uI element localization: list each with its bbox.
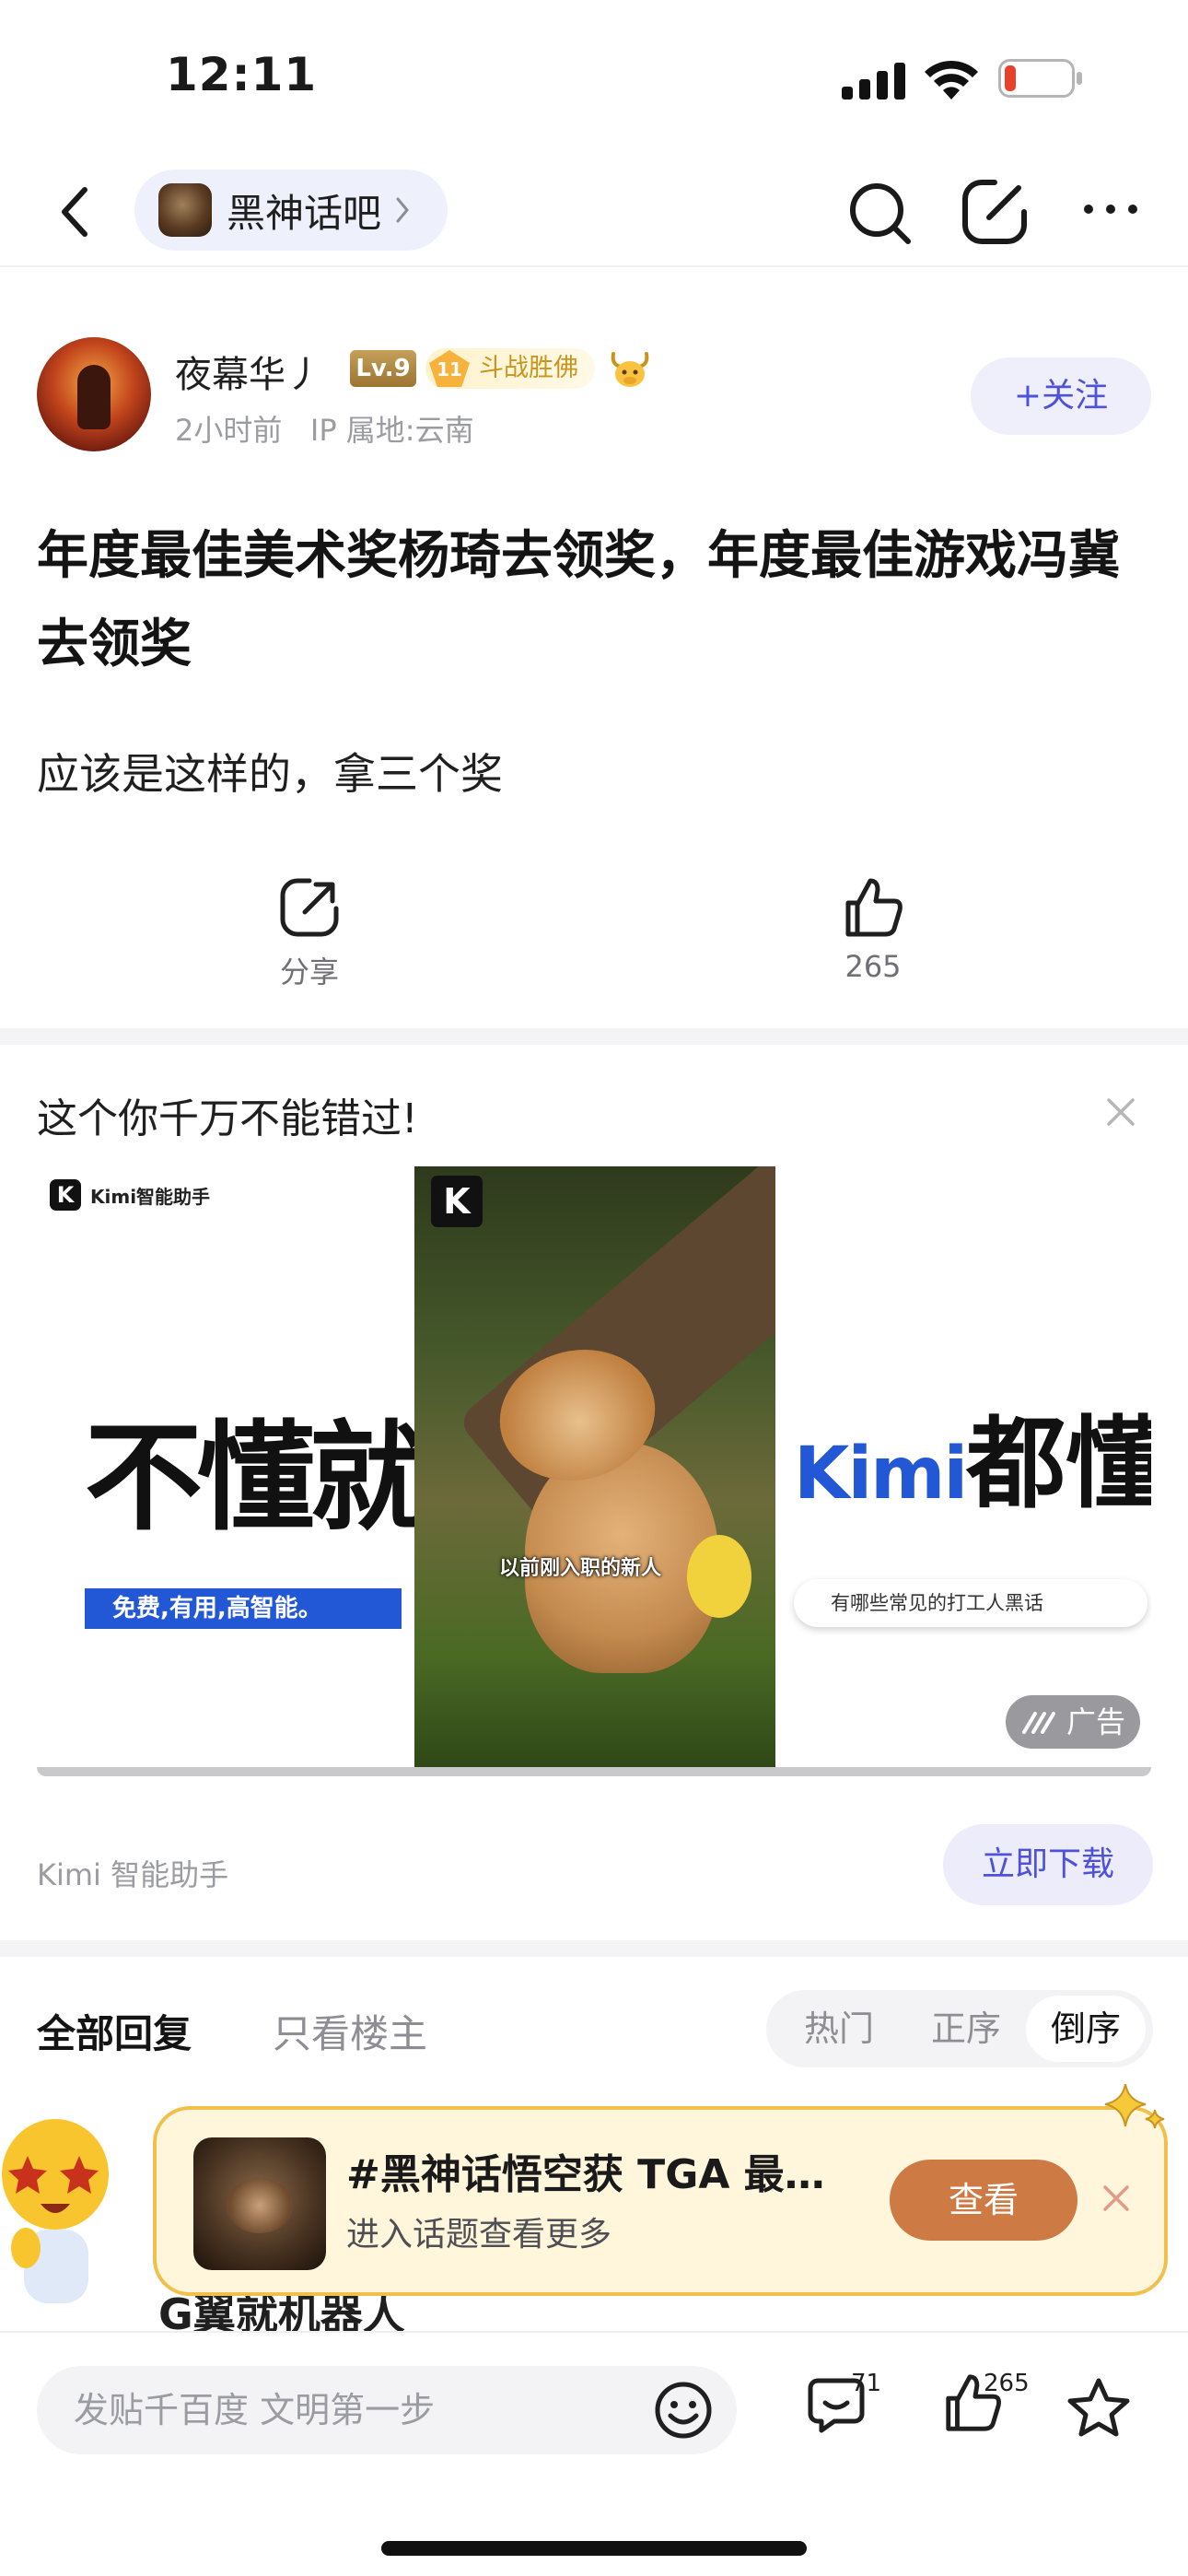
status-bar: 12:11 — [0, 0, 1188, 157]
comment-count: 71 — [851, 2370, 882, 2397]
author-row: 夜幕华丿 Lv.9 11 斗战胜佛 2小时前 IP 属地:云南 +关注 — [0, 332, 1188, 461]
ad-video[interactable]: K 以前刚入职的新人 — [414, 1166, 775, 1767]
star-icon[interactable] — [1066, 2377, 1131, 2438]
signal-icon — [842, 63, 905, 100]
sort-descending[interactable]: 倒序 — [1026, 1996, 1146, 2062]
sort-toggle: 热门 正序 倒序 — [766, 1990, 1153, 2067]
kimi-logo: K Kimi智能助手 — [50, 1179, 210, 1211]
status-time: 12:11 — [166, 48, 318, 101]
post-time: 2小时前 — [175, 413, 283, 448]
emoji-icon[interactable] — [654, 2381, 713, 2440]
topic-subtitle: 进入话题查看更多 — [346, 2216, 612, 2254]
reply-input[interactable]: 发贴千百度 文明第一步 — [37, 2366, 737, 2454]
ad-heading: 这个你千万不能错过! — [37, 1095, 418, 1142]
nav-bar: 黑神话吧 — [0, 157, 1188, 267]
share-icon — [280, 878, 339, 937]
reply-tabs: 全部回复 只看楼主 热门 正序 倒序 — [0, 1957, 1188, 2077]
fan-badge: 11 斗战胜佛 — [425, 348, 595, 389]
ad-advertiser: Kimi 智能助手 — [37, 1857, 229, 1892]
duck-toy — [687, 1535, 751, 1618]
home-indicator — [381, 2541, 807, 2556]
ad-badge-icon — [1022, 1712, 1055, 1734]
video-caption: 以前刚入职的新人 — [499, 1557, 662, 1580]
forum-avatar — [158, 183, 212, 237]
sparkle-icon — [1104, 2084, 1165, 2129]
edit-icon[interactable] — [958, 175, 1031, 249]
video-kimi-icon: K — [431, 1176, 483, 1227]
sort-hot[interactable]: 热门 — [779, 1990, 899, 2067]
level-badge: Lv.9 — [350, 350, 416, 387]
close-icon[interactable] — [1101, 2184, 1131, 2213]
author-avatar[interactable] — [37, 337, 151, 451]
back-icon[interactable] — [48, 179, 103, 245]
follow-button[interactable]: +关注 — [971, 357, 1151, 435]
search-icon[interactable] — [845, 179, 915, 249]
post-actions: 分享 265 — [0, 875, 1188, 1004]
fan-title: 斗战胜佛 — [479, 354, 578, 382]
ad-card[interactable]: 这个你千万不能错过! K Kimi智能助手 不懂就问 免费,有用,高智能。 K … — [0, 1045, 1188, 1940]
wifi-icon — [925, 60, 978, 100]
ad-input-mock: 有哪些常见的打工人黑话 — [794, 1579, 1147, 1627]
forum-pill[interactable]: 黑神话吧 — [134, 170, 448, 251]
topic-banner[interactable]: #黑神话悟空获 TGA 最… 进入话题查看更多 查看 — [153, 2106, 1168, 2296]
author-name[interactable]: 夜幕华丿 — [175, 345, 322, 398]
like-count: 265 — [844, 949, 902, 984]
bottom-like-count: 265 — [984, 2370, 1030, 2397]
ad-media[interactable]: K Kimi智能助手 不懂就问 免费,有用,高智能。 K 以前刚入职的新人 Ki… — [37, 1166, 1151, 1776]
post-body: 应该是这样的，拿三个奖 — [37, 749, 503, 799]
like-button[interactable]: 265 — [836, 875, 910, 984]
ip-location: IP 属地:云南 — [309, 413, 474, 448]
section-divider — [0, 1940, 1188, 1957]
view-topic-button[interactable]: 查看 — [890, 2160, 1077, 2241]
ad-right-brand: Kimi — [794, 1433, 968, 1516]
ad-badge: 广告 — [1006, 1695, 1140, 1749]
chevron-right-icon — [396, 197, 409, 223]
download-button[interactable]: 立即下载 — [943, 1824, 1153, 1905]
sort-ascending[interactable]: 正序 — [906, 1990, 1026, 2067]
close-icon[interactable] — [1105, 1096, 1136, 1128]
share-button[interactable]: 分享 — [273, 875, 346, 991]
fan-level: 11 — [429, 350, 470, 387]
section-divider — [0, 1028, 1188, 1045]
forum-name: 黑神话吧 — [227, 190, 382, 236]
kimi-logo-text: Kimi智能助手 — [90, 1185, 211, 1208]
bull-icon — [611, 352, 649, 387]
star-eyes-emoji-icon — [2, 2119, 109, 2303]
battery-icon — [998, 59, 1082, 98]
author-meta: 2小时前 IP 属地:云南 — [175, 407, 474, 450]
ad-right-words: 都懂 — [966, 1407, 1151, 1522]
topic-thumbnail — [193, 2137, 326, 2270]
ad-right-text: Kimi都懂 — [794, 1384, 1151, 1528]
tab-op-only[interactable]: 只看楼主 — [273, 2003, 427, 2059]
more-icon[interactable] — [1083, 203, 1138, 216]
post-title: 年度最佳美术奖杨琦去领奖，年度最佳游戏冯冀去领奖 — [37, 526, 1120, 674]
tab-all-replies[interactable]: 全部回复 — [37, 2003, 192, 2059]
thumb-up-icon — [845, 878, 903, 937]
topic-title: #黑神话悟空获 TGA 最… — [346, 2151, 825, 2198]
bottom-bar: 发贴千百度 文明第一步 71 265 — [0, 2331, 1188, 2576]
ad-tagline: 免费,有用,高智能。 — [85, 1588, 402, 1629]
ad-badge-label: 广告 — [1066, 1704, 1126, 1739]
share-label: 分享 — [279, 954, 339, 989]
kimi-logo-icon: K — [50, 1179, 81, 1211]
